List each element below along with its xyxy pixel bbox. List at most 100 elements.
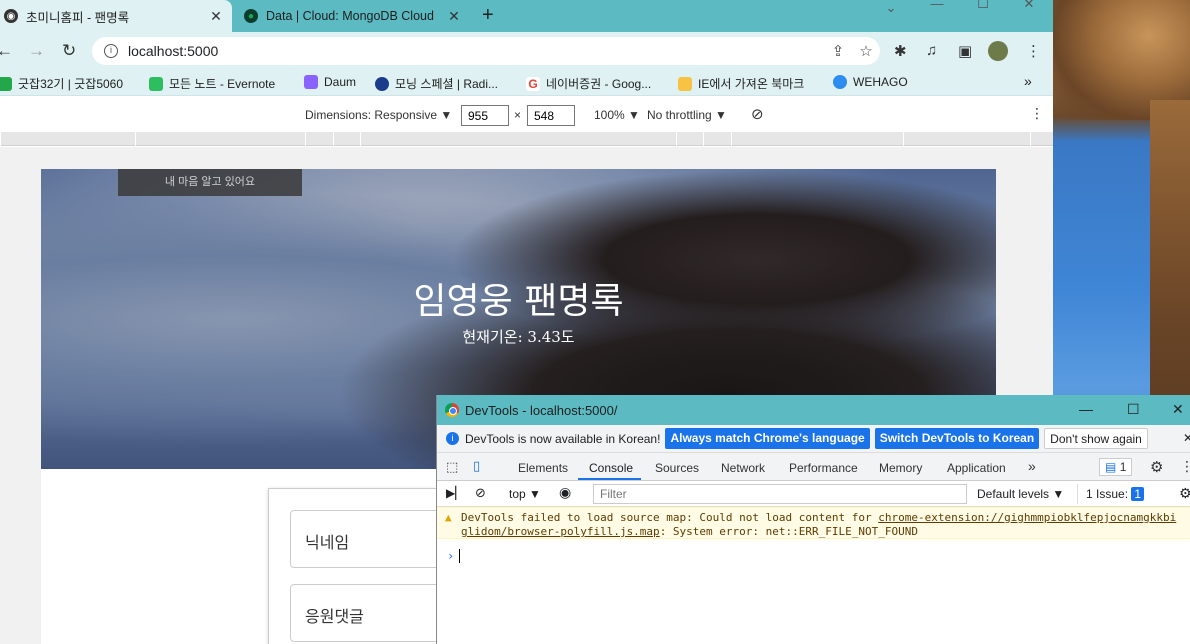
extensions-puzzle-icon[interactable]: ✱: [894, 42, 907, 60]
match-language-button[interactable]: Always match Chrome's language: [665, 428, 870, 449]
dimensions-dropdown[interactable]: Dimensions: Responsive ▼: [305, 108, 452, 122]
console-settings-gear-icon[interactable]: ⚙: [1179, 485, 1190, 502]
tab-network[interactable]: Network: [721, 461, 765, 475]
info-icon: i: [446, 432, 459, 445]
console-prompt[interactable]: ›: [447, 549, 454, 563]
inspect-element-icon[interactable]: ⬚: [446, 459, 458, 475]
rotate-icon[interactable]: ⊘: [751, 105, 764, 123]
viewport-width-input[interactable]: [461, 105, 509, 126]
issues-counter[interactable]: 1 Issue: 1: [1077, 484, 1145, 504]
wehago-icon: [833, 75, 847, 89]
media-query-ruler: [0, 132, 1053, 146]
devtools-menu-icon[interactable]: ⋮: [1180, 458, 1190, 475]
back-arrow-icon[interactable]: ←: [0, 41, 13, 61]
tab-application[interactable]: Application: [947, 461, 1006, 475]
weather-text: 현재기온: 3.43도: [462, 328, 575, 346]
kebab-menu-icon[interactable]: ⋮: [1026, 42, 1041, 60]
devtools-window-title: DevTools - localhost:5000/: [465, 402, 618, 418]
bookmark-label: 긋잡32기 | 긋잡5060: [18, 77, 124, 91]
throttling-dropdown[interactable]: No throttling ▼: [647, 108, 727, 122]
warning-suffix: : System error: net::ERR_FILE_NOT_FOUND: [659, 525, 918, 538]
message-icon: ▤: [1105, 460, 1117, 474]
console-caret[interactable]: [459, 549, 460, 563]
close-tab-icon[interactable]: ✕: [208, 8, 224, 25]
console-filter-input[interactable]: Filter: [593, 484, 967, 504]
warning-link-part2[interactable]: glidom/browser-polyfill.js.map: [461, 525, 660, 538]
bookmark-item[interactable]: WEHAGO: [833, 75, 908, 89]
bookmark-label: 모닝 스페셜 | Radi...: [395, 77, 499, 91]
device-options-icon[interactable]: ⋮: [1030, 105, 1044, 122]
close-window-icon[interactable]: ✕: [1006, 0, 1052, 30]
site-info-icon[interactable]: i: [104, 44, 118, 58]
issues-badge-button[interactable]: ▤ 1: [1099, 458, 1133, 476]
zoom-dropdown[interactable]: 100% ▼: [594, 108, 640, 122]
reload-icon[interactable]: ↻: [62, 41, 76, 61]
tab-elements[interactable]: Elements: [518, 461, 568, 475]
hero-caption-overlay: 내 마음 알고 있어요: [118, 169, 302, 196]
minimize-icon[interactable]: —: [1079, 401, 1093, 417]
tab-sources[interactable]: Sources: [655, 461, 699, 475]
settings-gear-icon[interactable]: ⚙: [1150, 458, 1163, 476]
mongodb-leaf-icon: ●: [244, 9, 258, 23]
tab-memory[interactable]: Memory: [879, 461, 922, 475]
bookmarks-more-button[interactable]: »: [1024, 73, 1032, 89]
maximize-icon[interactable]: ☐: [960, 0, 1006, 30]
context-selector[interactable]: top ▼: [509, 487, 541, 501]
google-icon: G: [526, 76, 540, 91]
toolbar: ← → ↻ i localhost:5000 ⇪ ☆ ✱ ♫ ▣ ⋮: [0, 32, 1053, 70]
sidebar-toggle-icon[interactable]: ▶▏: [446, 486, 464, 500]
tab-title: Data | Cloud: MongoDB Cloud: [266, 9, 434, 23]
tab-console[interactable]: Console: [589, 461, 633, 475]
bookmark-item[interactable]: G 네이버증권 - Goog...: [526, 75, 651, 92]
evernote-icon: [149, 76, 163, 91]
tab-performance[interactable]: Performance: [789, 461, 858, 475]
profile-avatar[interactable]: [988, 41, 1008, 61]
bookmark-item[interactable]: IE에서 가져온 북마크: [678, 75, 804, 92]
bookmark-item[interactable]: Daum: [304, 75, 356, 89]
tab-bar: ◉ 초미니홈피 - 팬명록 ✕ ● Data | Cloud: MongoDB …: [0, 0, 1053, 32]
issues-counter-label: 1 Issue:: [1086, 487, 1129, 501]
chrome-logo-icon: [445, 403, 459, 417]
minimize-icon[interactable]: —: [914, 0, 960, 30]
device-toggle-icon[interactable]: ▯: [473, 458, 480, 474]
media-control-icon[interactable]: ♫: [926, 42, 937, 59]
bookmarks-bar: 긋잡32기 | 긋잡5060 모든 노트 - Evernote Daum 모닝 …: [0, 70, 1053, 96]
share-icon[interactable]: ⇪: [824, 42, 852, 60]
viewport-height-input[interactable]: [527, 105, 575, 126]
devtools-titlebar: DevTools - localhost:5000/ — ☐ ✕: [437, 395, 1190, 425]
active-tab-indicator: [578, 478, 641, 480]
infobar-text: DevTools is now available in Korean!: [465, 431, 661, 446]
devtools-window: DevTools - localhost:5000/ — ☐ ✕ i DevTo…: [436, 395, 1190, 644]
bookmark-label: IE에서 가져온 북마크: [698, 77, 805, 91]
dont-show-again-button[interactable]: Don't show again: [1044, 428, 1148, 449]
console-filterbar: ▶▏ ⊘ top ▼ ◉ Filter Default levels ▼ 1 I…: [437, 481, 1190, 507]
radio-icon: [375, 76, 389, 91]
close-window-icon[interactable]: ✕: [1172, 401, 1184, 418]
bookmark-item[interactable]: 모든 노트 - Evernote: [149, 75, 275, 92]
more-tabs-button[interactable]: »: [1028, 458, 1036, 474]
live-expression-eye-icon[interactable]: ◉: [559, 484, 571, 501]
switch-korean-button[interactable]: Switch DevTools to Korean: [874, 428, 1040, 449]
new-tab-button[interactable]: +: [482, 4, 494, 27]
bookmark-label: 모든 노트 - Evernote: [169, 77, 276, 91]
url-text[interactable]: localhost:5000: [128, 43, 824, 59]
log-levels-dropdown[interactable]: Default levels ▼: [977, 487, 1064, 501]
clear-console-icon[interactable]: ⊘: [475, 485, 486, 501]
side-panel-icon[interactable]: ▣: [958, 42, 972, 60]
close-infobar-icon[interactable]: ✕: [1183, 431, 1190, 445]
address-bar[interactable]: i localhost:5000 ⇪ ☆: [92, 37, 880, 65]
maximize-icon[interactable]: ☐: [1127, 401, 1140, 418]
bookmark-favicon-icon: [0, 76, 12, 91]
close-tab-icon[interactable]: ✕: [446, 8, 462, 25]
issues-counter-badge: 1: [1131, 487, 1145, 501]
bookmark-item[interactable]: 모닝 스페셜 | Radi...: [375, 75, 498, 92]
warning-link-part1[interactable]: chrome-extension://gighmmpiobklfepjocnam…: [878, 511, 1176, 524]
tab-mongodb[interactable]: ● Data | Cloud: MongoDB Cloud ✕: [240, 0, 470, 32]
daum-icon: [304, 75, 318, 89]
tab-search-icon[interactable]: ⌄: [868, 1, 914, 34]
forward-arrow-icon[interactable]: →: [28, 41, 45, 61]
device-toolbar: Dimensions: Responsive ▼ × 100% ▼ No thr…: [0, 96, 1053, 132]
tab-guestbook[interactable]: ◉ 초미니홈피 - 팬명록 ✕: [0, 0, 232, 32]
bookmark-star-icon[interactable]: ☆: [852, 42, 880, 60]
bookmark-item[interactable]: 긋잡32기 | 긋잡5060: [0, 75, 123, 92]
